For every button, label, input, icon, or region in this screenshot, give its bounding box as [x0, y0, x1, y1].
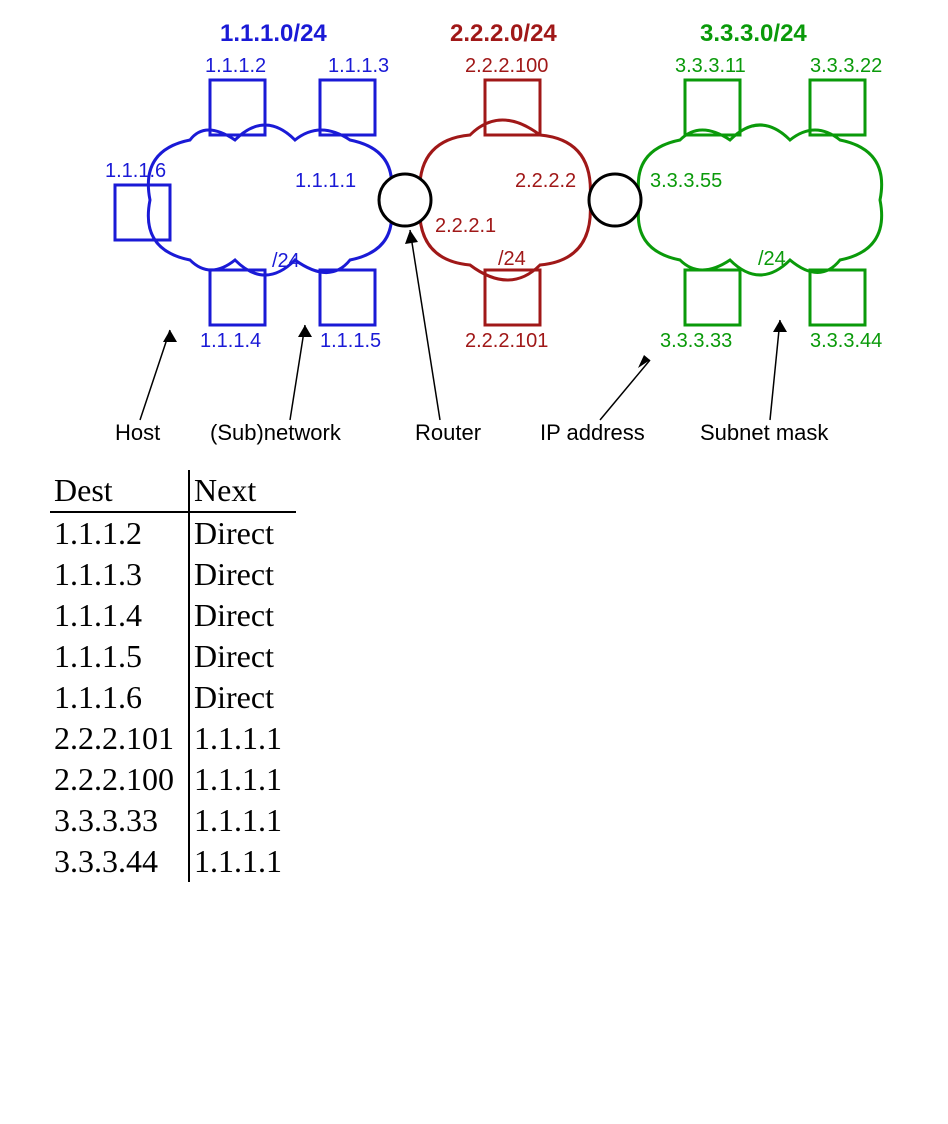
net-title-red: 2.2.2.0/24	[450, 20, 557, 48]
diagram-svg	[20, 20, 928, 460]
mask-blue: /24	[272, 250, 300, 273]
routing-table: Dest Next 1.1.1.2Direct 1.1.1.3Direct 1.…	[50, 470, 928, 882]
legend-subnet: (Sub)network	[210, 420, 341, 446]
routing-header-next: Next	[189, 470, 296, 512]
net-title-green: 3.3.3.0/24	[700, 20, 807, 48]
ip-router2-red: 2.2.2.2	[515, 170, 576, 193]
table-row: 1.1.1.3Direct	[50, 554, 296, 595]
ip-router2-green: 3.3.3.55	[650, 170, 722, 193]
net-title-blue: 1.1.1.0/24	[220, 20, 327, 48]
ip-router1-red: 2.2.2.1	[435, 215, 496, 238]
legend-router: Router	[415, 420, 481, 446]
table-row: 3.3.3.331.1.1.1	[50, 800, 296, 841]
ip-blue-6: 1.1.1.6	[105, 160, 166, 183]
ip-green-44: 3.3.3.44	[810, 330, 882, 353]
ip-green-11: 3.3.3.11	[675, 55, 746, 78]
ip-blue-4: 1.1.1.4	[200, 330, 261, 353]
ip-blue-3: 1.1.1.3	[328, 55, 389, 78]
ip-red-101: 2.2.2.101	[465, 330, 548, 353]
ip-blue-5: 1.1.1.5	[320, 330, 381, 353]
ip-green-33: 3.3.3.33	[660, 330, 732, 353]
legend-host: Host	[115, 420, 160, 446]
ip-blue-2: 1.1.1.2	[205, 55, 266, 78]
legend-mask: Subnet mask	[700, 420, 828, 446]
ip-router1-blue: 1.1.1.1	[295, 170, 356, 193]
table-row: 3.3.3.441.1.1.1	[50, 841, 296, 882]
legend-ip: IP address	[540, 420, 645, 446]
table-row: 1.1.1.2Direct	[50, 512, 296, 554]
routing-header-dest: Dest	[50, 470, 189, 512]
mask-red: /24	[498, 248, 526, 271]
network-diagram: 1.1.1.0/24 2.2.2.0/24 3.3.3.0/24 1.1.1.2…	[20, 20, 928, 460]
table-row: 1.1.1.4Direct	[50, 595, 296, 636]
ip-green-22: 3.3.3.22	[810, 55, 882, 78]
mask-green: /24	[758, 248, 786, 271]
table-row: 2.2.2.1001.1.1.1	[50, 759, 296, 800]
table-row: 1.1.1.5Direct	[50, 636, 296, 677]
ip-red-100: 2.2.2.100	[465, 55, 548, 78]
table-row: 2.2.2.1011.1.1.1	[50, 718, 296, 759]
table-row: 1.1.1.6Direct	[50, 677, 296, 718]
